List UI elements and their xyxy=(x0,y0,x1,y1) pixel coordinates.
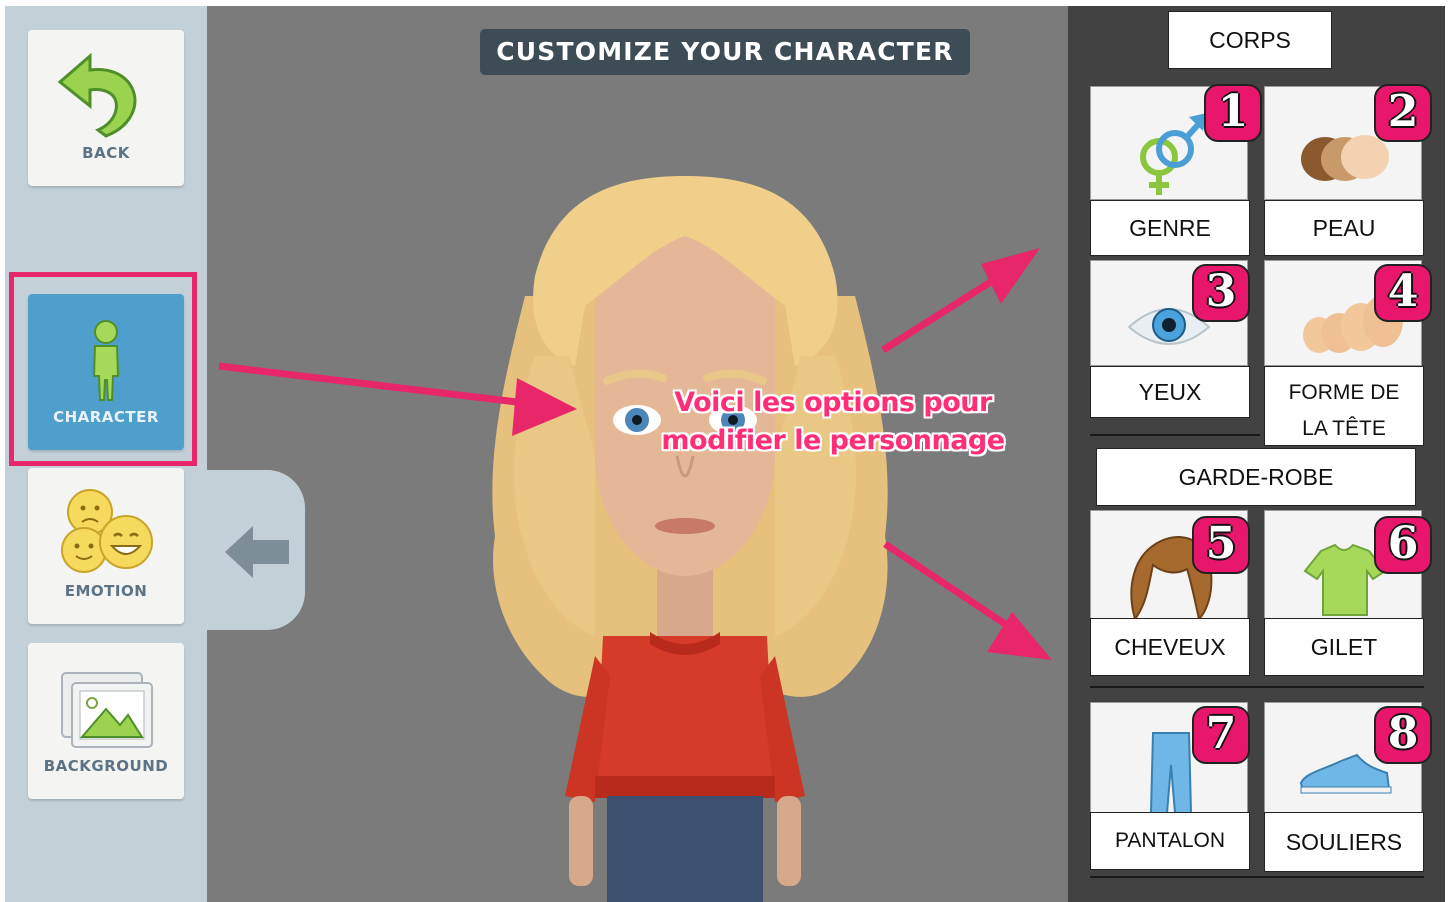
garde-robe-section-label: GARDE-ROBE xyxy=(1096,448,1416,506)
option-number-badge: 5 xyxy=(1192,516,1250,574)
option-number-badge: 4 xyxy=(1374,264,1432,322)
annotation-text: Voici les options pour modifier le perso… xyxy=(661,387,1005,456)
option-cheveux-label: CHEVEUX xyxy=(1090,618,1250,676)
section-divider xyxy=(1090,876,1424,878)
corps-section-label: CORPS xyxy=(1168,11,1332,69)
option-pantalon-label: PANTALON xyxy=(1090,812,1250,870)
option-number-badge: 1 xyxy=(1204,84,1262,142)
section-divider xyxy=(1090,686,1424,688)
option-yeux-label: YEUX xyxy=(1090,366,1250,418)
options-panel: CORPS 1 GENRE 2 PEAU 3 YEUX 4 FORME DE L… xyxy=(1068,6,1445,902)
arrow-to-character xyxy=(218,362,526,407)
app-window: BACK CHARACTER EMOTION BACKGROUND CUSTOM… xyxy=(5,6,1445,902)
option-number-badge: 6 xyxy=(1374,516,1432,574)
option-gilet-label: GILET xyxy=(1264,618,1424,676)
option-souliers-label: SOULIERS xyxy=(1264,812,1424,872)
arrow-to-garde-robe xyxy=(883,541,1007,627)
option-number-badge: 3 xyxy=(1192,264,1250,322)
option-forme-tete-label: FORME DE LA TÊTE xyxy=(1264,366,1424,446)
option-genre-label: GENRE xyxy=(1090,200,1250,256)
arrow-to-corps xyxy=(881,273,1002,353)
option-number-badge: 8 xyxy=(1374,706,1432,764)
option-number-badge: 7 xyxy=(1192,706,1250,764)
option-number-badge: 2 xyxy=(1374,84,1432,142)
option-peau-label: PEAU xyxy=(1264,200,1424,256)
section-divider xyxy=(1090,434,1260,436)
